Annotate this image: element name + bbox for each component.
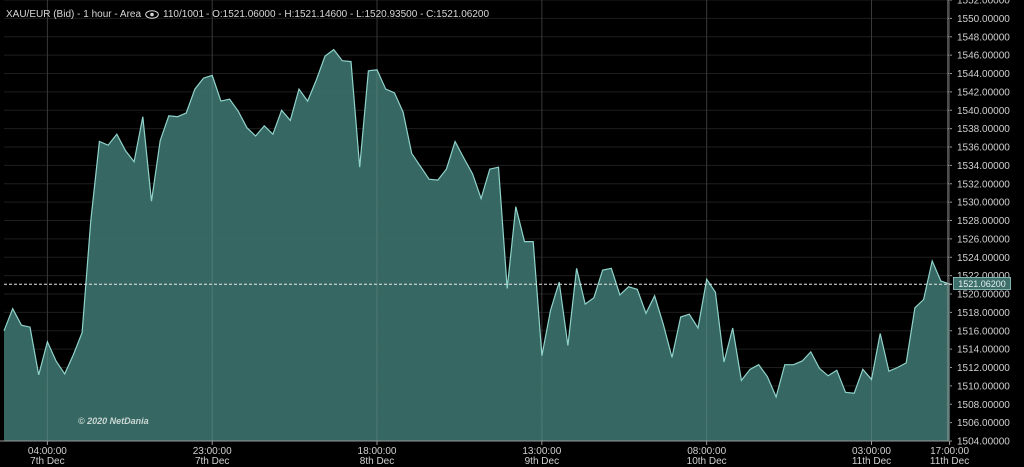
x-tick-date: 11th Dec	[930, 456, 969, 467]
x-tick-date: 9th Dec	[525, 456, 559, 467]
current-price-tag: 1521.06200	[953, 277, 1011, 290]
y-tick-label: 1552.00000	[957, 0, 1010, 7]
x-tick-date: 10th Dec	[687, 456, 727, 467]
instrument-label: XAU/EUR (Bid) - 1 hour - Area	[6, 8, 142, 20]
x-tick-date: 7th Dec	[30, 456, 64, 467]
ohlc-readout: - O:1521.06000 - H:1521.14600 - L:1520.9…	[206, 8, 490, 20]
x-tick-date: 11th Dec	[852, 456, 891, 467]
y-tick-label: 1516.00000	[957, 326, 1010, 337]
y-tick-label: 1550.00000	[957, 14, 1010, 25]
y-tick-label: 1536.00000	[957, 143, 1010, 154]
y-tick-label: 1518.00000	[957, 308, 1010, 319]
copyright-text: © 2020 NetDania	[78, 416, 149, 426]
y-tick-label: 1532.00000	[957, 179, 1010, 190]
y-tick-label: 1520.00000	[957, 290, 1010, 301]
y-tick-label: 1530.00000	[957, 198, 1010, 209]
y-tick-label: 1528.00000	[957, 216, 1010, 227]
x-tick-date: 7th Dec	[195, 456, 229, 467]
y-tick-label: 1508.00000	[957, 400, 1010, 411]
y-tick-label: 1540.00000	[957, 106, 1010, 117]
y-tick-label: 1548.00000	[957, 32, 1010, 43]
x-tick-date: 8th Dec	[360, 456, 394, 467]
chart-header: XAU/EUR (Bid) - 1 hour - Area 110/1001 -…	[6, 7, 489, 21]
y-tick-label: 1512.00000	[957, 363, 1010, 374]
y-tick-label: 1546.00000	[957, 51, 1010, 62]
y-tick-label: 1542.00000	[957, 87, 1010, 98]
bar-counter: 110/1001	[163, 8, 205, 20]
y-tick-label: 1506.00000	[957, 418, 1010, 429]
price-chart[interactable]: 1504.000001506.000001508.000001510.00000…	[0, 0, 1024, 467]
y-tick-label: 1510.00000	[957, 381, 1010, 392]
y-tick-label: 1526.00000	[957, 234, 1010, 245]
y-tick-label: 1524.00000	[957, 253, 1010, 264]
y-tick-label: 1534.00000	[957, 161, 1010, 172]
y-tick-label: 1514.00000	[957, 345, 1010, 356]
eye-icon[interactable]	[145, 9, 159, 19]
y-tick-label: 1544.00000	[957, 69, 1010, 80]
y-tick-label: 1538.00000	[957, 124, 1010, 135]
